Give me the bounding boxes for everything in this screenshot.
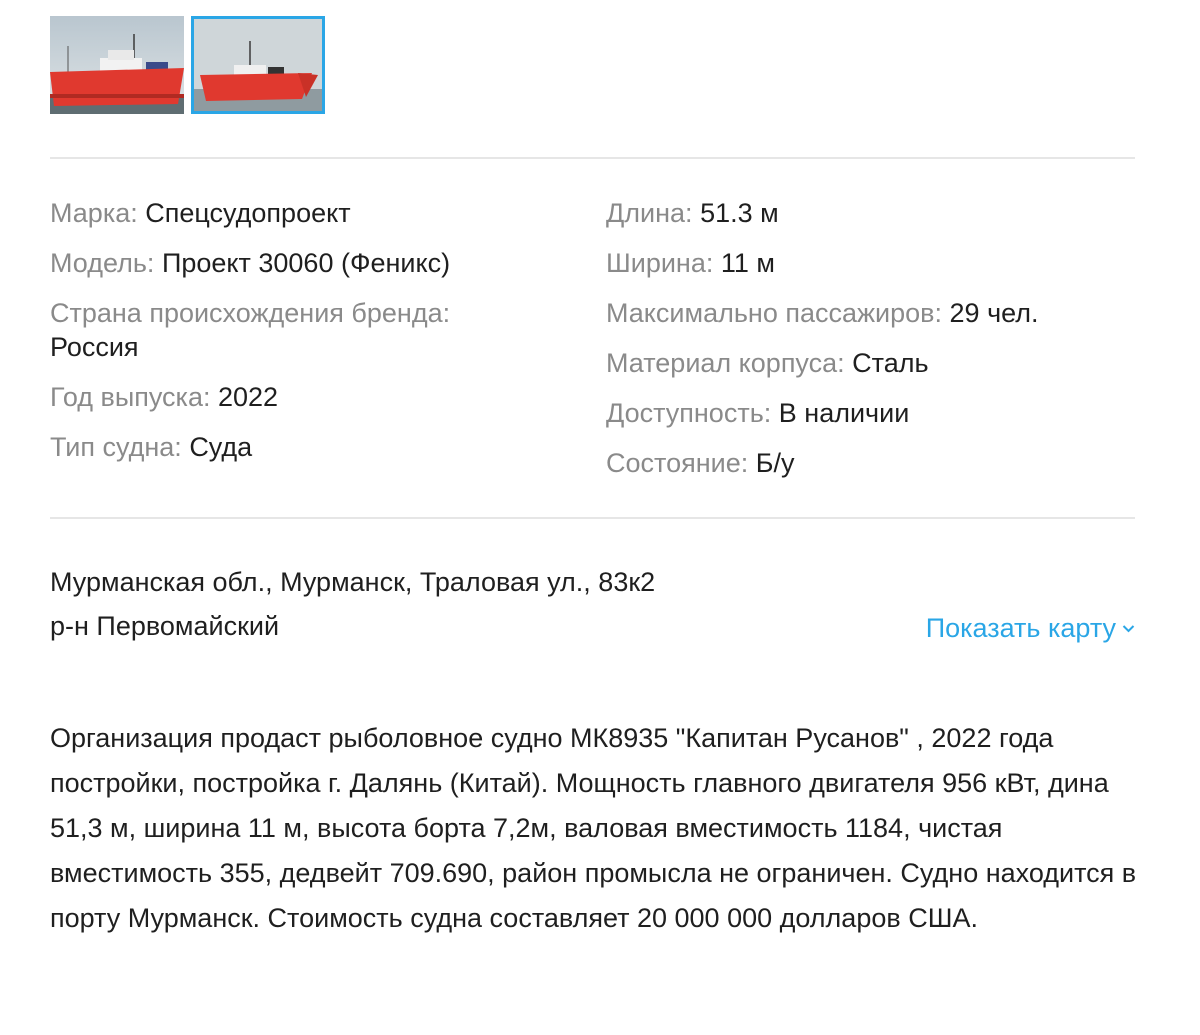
spec-label: Длина: [606, 198, 693, 228]
spec-label: Тип судна: [50, 432, 182, 462]
specs-right-column: Длина: 51.3 м Ширина: 11 м Максимально п… [606, 195, 1136, 495]
spec-model: Модель: Проект 30060 (Феникс) [50, 245, 550, 281]
location-block: Мурманская обл., Мурманск, Траловая ул.,… [50, 560, 655, 648]
spec-value: 51.3 м [700, 198, 779, 228]
chevron-down-icon [1122, 606, 1135, 642]
spec-length: Длина: 51.3 м [606, 195, 1136, 231]
spec-width: Ширина: 11 м [606, 245, 1136, 281]
spec-brand-country: Страна происхождения бренда: Россия [50, 295, 550, 365]
spec-label: Доступность: [606, 398, 772, 428]
spec-value: В наличии [778, 398, 910, 428]
spec-vessel-type: Тип судна: Суда [50, 429, 550, 465]
spec-label: Ширина: [606, 248, 714, 278]
spec-label: Модель: [50, 248, 155, 278]
spec-max-passengers: Максимально пассажиров: 29 чел. [606, 295, 1136, 331]
spec-value: Спецсудопроект [145, 198, 351, 228]
address-text: Мурманская обл., Мурманск, Траловая ул.,… [50, 567, 656, 597]
spec-hull-material: Материал корпуса: Сталь [606, 345, 1136, 381]
gallery-thumbnail-2[interactable] [191, 16, 325, 114]
specs-left-column: Марка: Спецсудопроект Модель: Проект 300… [50, 195, 550, 479]
gallery-thumbnail-1[interactable] [50, 16, 184, 114]
spec-label: Год выпуска: [50, 382, 211, 412]
spec-year: Год выпуска: 2022 [50, 379, 550, 415]
show-map-label: Показать карту [925, 613, 1116, 643]
spec-label: Страна происхождения бренда: [50, 298, 451, 328]
section-divider [50, 517, 1135, 519]
listing-description: Организация продаст рыболовное судно МК8… [50, 723, 1137, 933]
spec-label: Марка: [50, 198, 138, 228]
ship-photo-icon [194, 19, 322, 111]
spec-value: 29 чел. [949, 298, 1039, 328]
spec-label: Состояние: [606, 448, 749, 478]
spec-brand: Марка: Спецсудопроект [50, 195, 550, 231]
show-map-link[interactable]: Показать карту [926, 606, 1135, 646]
section-divider [50, 157, 1135, 159]
spec-value: 11 м [720, 248, 775, 278]
spec-value: Суда [189, 432, 253, 462]
spec-value: 2022 [218, 382, 279, 412]
spec-label: Максимально пассажиров: [606, 298, 943, 328]
district-text: р-н Первомайский [50, 611, 280, 641]
spec-value: Сталь [852, 348, 929, 378]
spec-label: Материал корпуса: [606, 348, 845, 378]
spec-value: Россия [50, 332, 139, 362]
ship-photo-icon [50, 16, 184, 114]
spec-value: Проект 30060 (Феникс) [161, 248, 451, 278]
spec-condition: Состояние: Б/у [606, 445, 1136, 481]
spec-value: Б/у [755, 448, 795, 478]
spec-availability: Доступность: В наличии [606, 395, 1136, 431]
